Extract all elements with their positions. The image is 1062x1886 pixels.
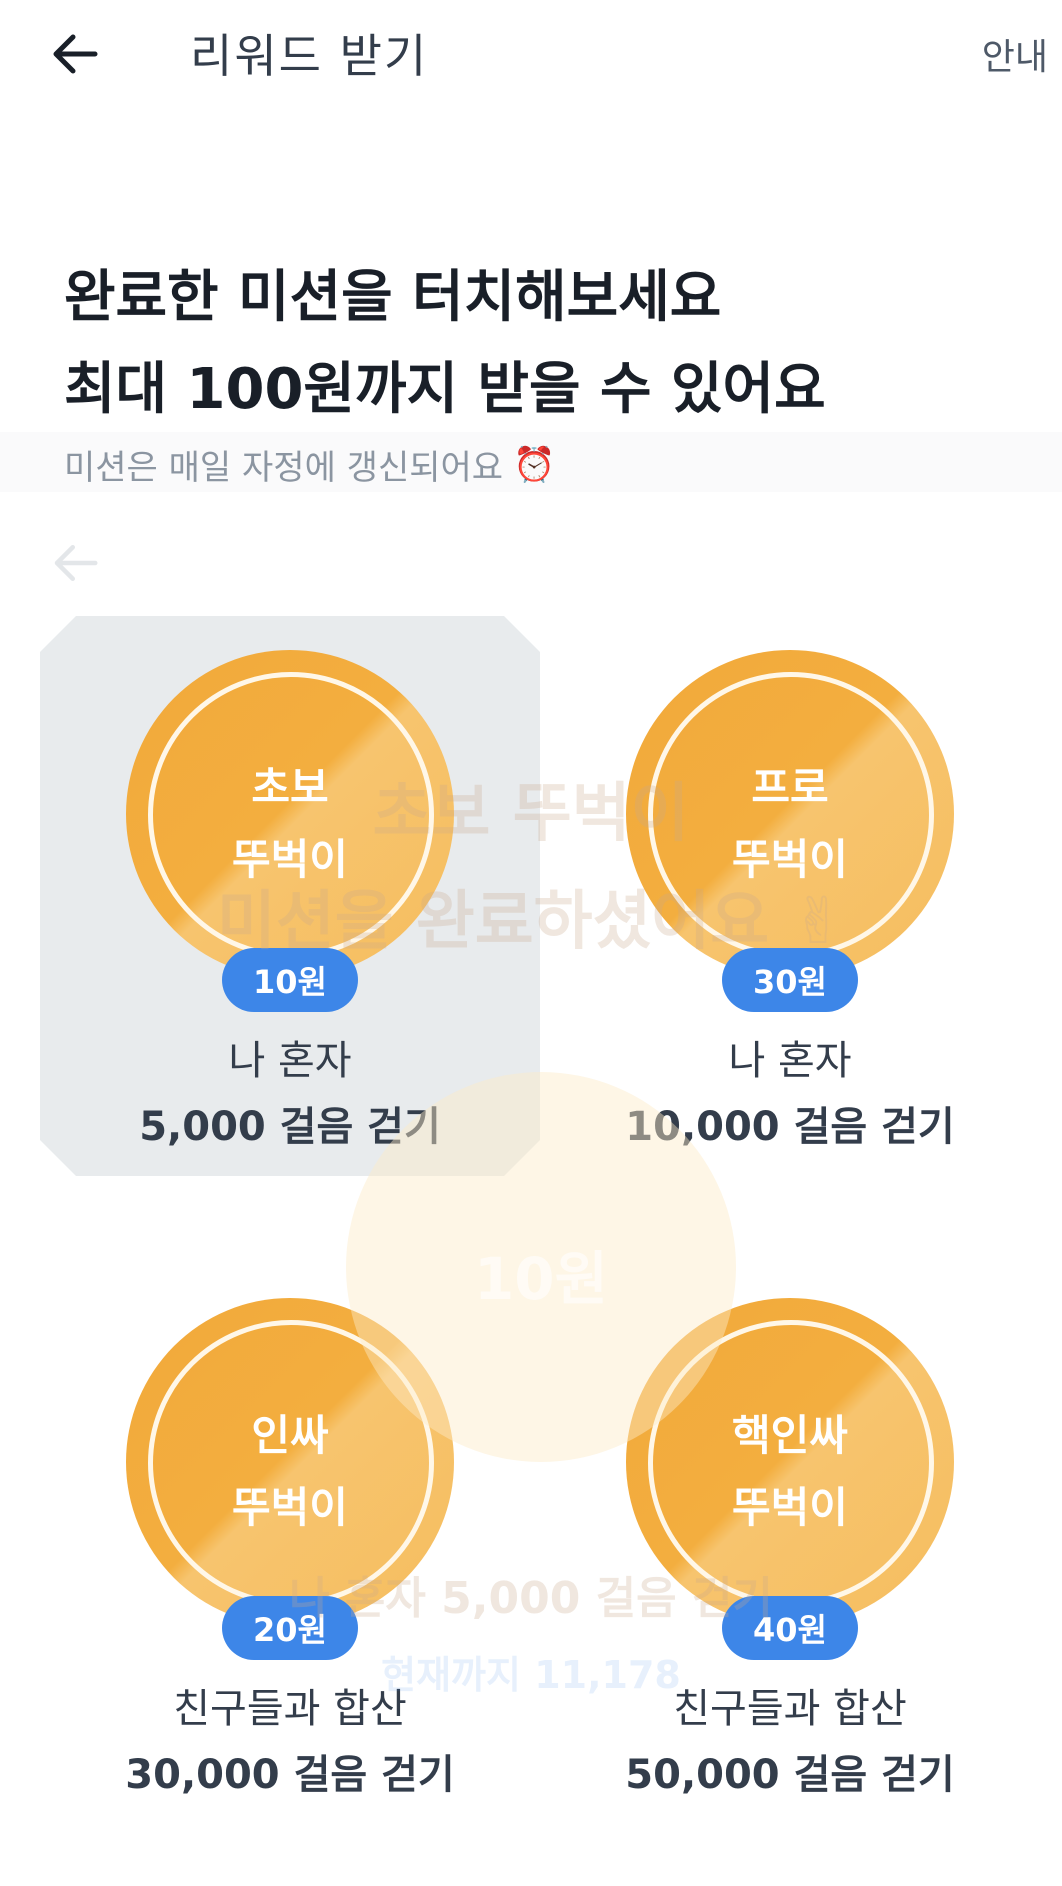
mission-condition-type: 나 혼자 bbox=[728, 1038, 852, 1084]
medal-name-line-1: 인싸 bbox=[251, 1411, 329, 1460]
overlay-condition: 나 혼자 5,000 걸음 걷기 bbox=[289, 1573, 773, 1624]
medal-name: 핵인싸 뚜벅이 bbox=[626, 1400, 954, 1544]
subtitle-text: 미션은 매일 자정에 갱신되어요 bbox=[64, 448, 504, 488]
headline: 완료한 미션을 터치해보세요 최대 100원까지 받을 수 있어요 bbox=[64, 252, 826, 436]
mission-condition-type: 나 혼자 bbox=[228, 1038, 352, 1084]
overlay-progress: 현재까지 11,178 bbox=[381, 1653, 681, 1697]
overlay-message: 미션을 완료하셨어요 ✌ bbox=[216, 885, 846, 959]
medal-name-line-1: 핵인싸 bbox=[732, 1411, 848, 1460]
subtitle: 미션은 매일 자정에 갱신되어요 ⏰ bbox=[64, 440, 555, 489]
alarm-clock-icon: ⏰ bbox=[513, 444, 556, 485]
overlay-title: 초보 뚜벅이 bbox=[372, 777, 690, 851]
page-title: 리워드 받기 bbox=[190, 29, 429, 83]
app-header: 리워드 받기 안내 bbox=[0, 0, 1062, 110]
headline-line-2: 최대 100원까지 받을 수 있어요 bbox=[64, 357, 826, 422]
overlay-coin-amount: 10원 bbox=[473, 1245, 609, 1313]
faded-arrow-left-icon bbox=[54, 545, 98, 581]
medal-name-line-2: 뚜벅이 bbox=[732, 1483, 848, 1532]
back-button[interactable] bbox=[40, 22, 110, 86]
medal-name-line-2: 뚜벅이 bbox=[232, 1483, 348, 1532]
mission-condition-goal: 30,000 걸음 걷기 bbox=[125, 1752, 455, 1798]
medal-name: 인싸 뚜벅이 bbox=[126, 1400, 454, 1544]
mission-condition-goal: 50,000 걸음 걷기 bbox=[625, 1752, 955, 1798]
arrow-left-icon bbox=[53, 34, 98, 74]
headline-line-1: 완료한 미션을 터치해보세요 bbox=[64, 265, 722, 330]
info-button[interactable]: 안내 bbox=[982, 28, 1048, 80]
